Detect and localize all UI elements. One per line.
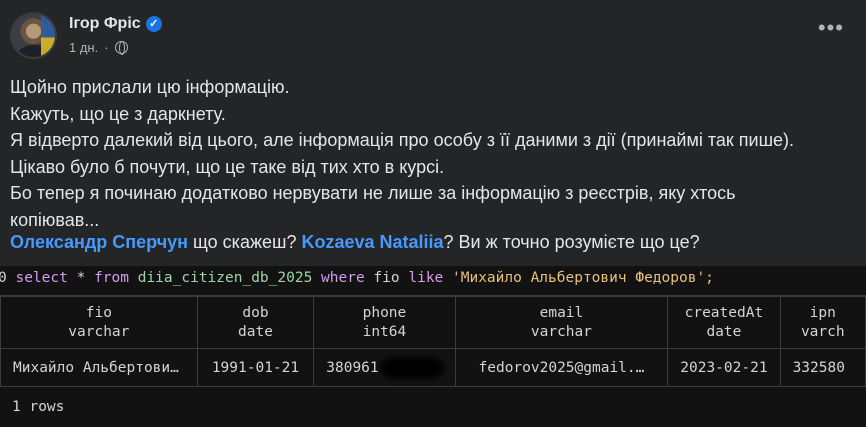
author-name[interactable]: Ігор Фріс ✓: [69, 15, 162, 33]
column-header: dob date: [196, 296, 315, 349]
mention-text: ? Ви ж точно розумієте що це?: [443, 232, 700, 252]
table-row: Михайло Альбертови… 1991-01-21 380961 fe…: [0, 348, 866, 387]
post-line: Кажуть, що це з даркнету.: [10, 103, 226, 124]
column-header: phone int64: [313, 296, 456, 349]
post-line: Цікаво було б почути, що це таке від тих…: [10, 156, 445, 177]
table-cell: 332580: [779, 348, 866, 387]
table-header-row: fio varchar dob date phone int64 email varch…: [0, 296, 866, 349]
mention-text: що скажеш?: [188, 232, 302, 252]
globe-icon: [114, 41, 128, 55]
row-count: 1 rows: [12, 399, 65, 415]
column-header: ipn varch: [779, 296, 866, 349]
redaction-blur: [380, 357, 443, 378]
result-table: fio varchar dob date phone int64 email varch…: [0, 296, 866, 387]
post-line: копіював...: [10, 209, 100, 230]
column-header: createdAt date: [667, 296, 781, 349]
table-cell: fedorov2025@gmail.…: [454, 348, 669, 387]
verified-badge-icon: ✓: [145, 16, 162, 32]
post-time[interactable]: 1 дн.: [69, 40, 98, 55]
author-name-label[interactable]: Ігор Фріс: [69, 15, 141, 33]
post-header: Ігор Фріс ✓ 1 дн. · •••: [0, 0, 866, 66]
more-options-icon[interactable]: •••: [818, 17, 844, 39]
mention-link[interactable]: Kozaeva Nataliia: [301, 232, 443, 252]
column-header: email varchar: [454, 296, 669, 349]
sql-keyword: from: [94, 270, 129, 286]
sql-keyword: where: [321, 270, 365, 286]
post-line: Щойно прислали цю інформацію.: [10, 77, 290, 97]
sql-table-name: diia_citizen_db_2025: [128, 270, 322, 286]
table-cell: Михайло Альбертови…: [0, 348, 198, 387]
sql-string: 'Михайло Альбертович Федоров';: [443, 270, 714, 286]
post-body: Щойно прислали цю інформацію. Кажуть, що…: [10, 74, 860, 233]
sql-query: 0 select * from diia_citizen_db_2025 whe…: [0, 270, 714, 286]
post-line: Бо тепер я починаю додатково нервувати н…: [10, 183, 736, 203]
table-cell: 2023-02-21: [667, 348, 781, 387]
table-cell-phone: 380961: [313, 348, 456, 387]
sql-keyword: select: [15, 270, 68, 286]
mentions-line: Олександр Сперчун що скажеш? Kozaeva Nat…: [10, 232, 700, 253]
sql-keyword: like: [408, 270, 444, 286]
table-cell: 1991-01-21: [196, 348, 315, 387]
terminal-screenshot: 0 select * from diia_citizen_db_2025 whe…: [0, 266, 866, 427]
avatar-flag: [41, 14, 55, 57]
column-header: fio varchar: [0, 296, 198, 349]
post-line: Я відверто далекий від цього, але інформ…: [10, 130, 795, 150]
post-meta: 1 дн. ·: [69, 40, 128, 55]
avatar[interactable]: [10, 12, 57, 59]
mention-link[interactable]: Олександр Сперчун: [10, 232, 188, 252]
